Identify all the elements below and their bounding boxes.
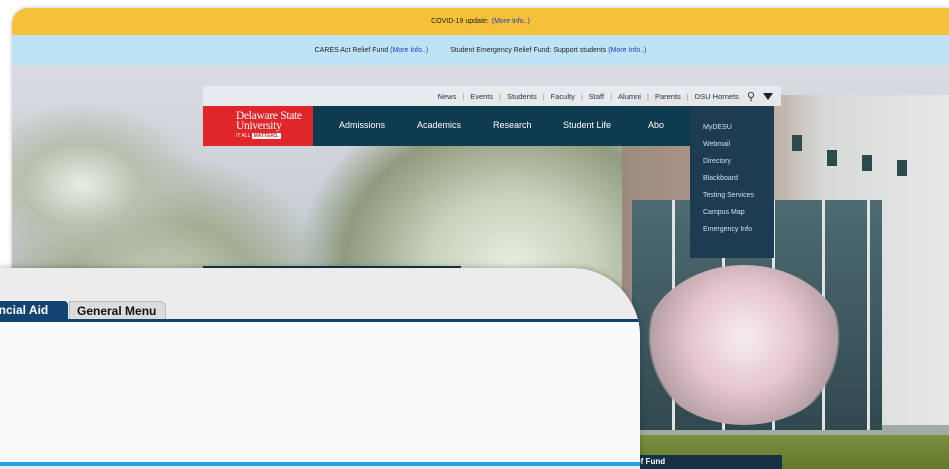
- dropdown-item-campus-map[interactable]: Campus Map: [703, 209, 745, 216]
- relief-fund-footer[interactable]: lef Fund: [632, 455, 782, 469]
- student-portal-window: ancial Aid General Menu: [0, 268, 640, 469]
- nav-student-life[interactable]: Student Life: [563, 120, 611, 130]
- utility-link-parents[interactable]: Parents: [655, 92, 681, 101]
- utility-link-faculty[interactable]: Faculty: [551, 92, 575, 101]
- content-pane: [0, 322, 640, 462]
- covid-banner: COVID-19 update: (More Info..): [12, 8, 949, 35]
- cares-more-info-link[interactable]: (More Info..): [390, 47, 428, 54]
- utility-nav: News | Events | Students | Faculty | Staff | …: [203, 86, 781, 106]
- tab-general-menu[interactable]: General Menu: [69, 301, 166, 319]
- cares-text: CARES Act Relief Fund: [314, 46, 389, 54]
- covid-more-info-link[interactable]: (More Info..): [492, 18, 530, 25]
- utility-link-dsu-hornets[interactable]: DSU Hornets: [695, 92, 739, 101]
- dropdown-item-testing-services[interactable]: Testing Services: [703, 192, 754, 199]
- utility-link-news[interactable]: News: [437, 92, 456, 101]
- emergency-fund-more-info-link[interactable]: (More Info..): [608, 47, 646, 54]
- nav-admissions[interactable]: Admissions: [339, 120, 385, 130]
- utility-link-events[interactable]: Events: [470, 92, 493, 101]
- logo-line2: University: [236, 120, 282, 132]
- utility-link-staff[interactable]: Staff: [589, 92, 604, 101]
- dsu-logo[interactable]: Delaware State University IT ALL MATTERS…: [203, 106, 313, 146]
- emergency-fund-text: Student Emergency Relief Fund: Support s…: [450, 46, 607, 54]
- dropdown-item-directory[interactable]: Directory: [703, 158, 731, 165]
- logo-tagline: IT ALL MATTERS.: [236, 133, 281, 139]
- main-nav: Admissions Academics Research Student Li…: [313, 106, 690, 146]
- covid-banner-text: COVID-19 update:: [431, 18, 489, 25]
- dropdown-item-webmail[interactable]: Webmail: [703, 141, 730, 148]
- dropdown-item-mydesu[interactable]: MyDESU: [703, 124, 732, 131]
- dropdown-caret-icon[interactable]: [763, 92, 773, 100]
- magnolia-tree: [644, 265, 844, 425]
- relief-banner: CARES Act Relief Fund (More Info..) Stud…: [12, 35, 949, 65]
- nav-research[interactable]: Research: [493, 120, 532, 130]
- utility-link-alumni[interactable]: Alumni: [618, 92, 641, 101]
- tab-financial-aid[interactable]: ancial Aid: [0, 301, 68, 319]
- search-icon[interactable]: ⚲: [747, 90, 755, 103]
- quick-links-dropdown: MyDESU Webmail Directory Blackboard Test…: [690, 106, 774, 258]
- utility-link-students[interactable]: Students: [507, 92, 537, 101]
- bottom-accent-bar: [0, 462, 640, 466]
- dropdown-item-emergency-info[interactable]: Emergency Info: [703, 226, 752, 233]
- nav-about[interactable]: Abo: [648, 120, 664, 130]
- dropdown-item-blackboard[interactable]: Blackboard: [703, 175, 738, 182]
- nav-academics[interactable]: Academics: [417, 120, 461, 130]
